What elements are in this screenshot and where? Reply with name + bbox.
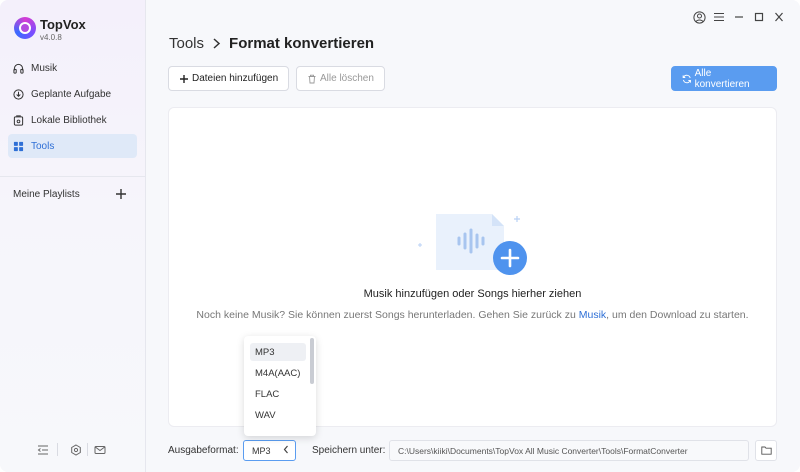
- download-icon: [13, 88, 24, 100]
- add-files-label: Dateien hinzufügen: [192, 73, 279, 84]
- trash-icon: [308, 74, 316, 83]
- menu-icon[interactable]: [710, 10, 728, 24]
- dropdown-scrollbar[interactable]: [310, 338, 314, 384]
- account-icon[interactable]: [690, 10, 708, 24]
- page-title: Format konvertieren: [229, 35, 375, 52]
- drop-zone-subtitle: Noch keine Musik? Sie können zuerst Song…: [169, 309, 776, 321]
- app-logo-dot: [21, 24, 29, 32]
- settings-icon[interactable]: [70, 444, 82, 456]
- app-name: TopVox: [40, 17, 86, 32]
- format-dropdown-menu: MP3 M4A(AAC) FLAC WAV: [244, 336, 316, 436]
- sidebar-divider: [0, 176, 146, 177]
- convert-all-button[interactable]: Alle konvertieren: [671, 66, 777, 91]
- save-path-field[interactable]: C:\Users\kiiki\Documents\TopVox All Musi…: [389, 440, 749, 461]
- drop-zone-subtitle-text: Noch keine Musik? Sie können zuerst Song…: [196, 309, 579, 321]
- bottom-divider: [57, 443, 58, 456]
- breadcrumb-parent[interactable]: Tools: [169, 35, 204, 52]
- headphones-icon: [13, 63, 24, 74]
- clear-all-label: Alle löschen: [320, 73, 374, 84]
- output-format-value: MP3: [252, 445, 271, 456]
- format-option-mp3[interactable]: MP3: [250, 343, 306, 361]
- sidebar-item-label: Geplante Aufgabe: [31, 88, 112, 100]
- close-icon[interactable]: [770, 10, 788, 24]
- output-format-select[interactable]: MP3: [243, 440, 296, 461]
- maximize-icon[interactable]: [750, 10, 768, 24]
- format-option-wav[interactable]: WAV: [250, 406, 306, 424]
- sidebar-item-lokale-bibliothek[interactable]: Lokale Bibliothek: [8, 108, 137, 132]
- add-playlist-icon[interactable]: [114, 187, 128, 201]
- sidebar-item-label: Musik: [31, 62, 58, 74]
- playlists-heading: Meine Playlists: [13, 189, 80, 200]
- convert-all-label: Alle konvertieren: [694, 67, 750, 90]
- breadcrumb: Tools Format konvertieren: [169, 35, 374, 52]
- format-option-m4a[interactable]: M4A(AAC): [250, 364, 306, 382]
- add-music-illustration-icon: [418, 214, 527, 275]
- drop-zone-title: Musik hinzufügen oder Songs hierher zieh…: [363, 288, 582, 300]
- sidebar: TopVox v4.0.8 Musik Geplante Aufgabe Lok…: [0, 0, 146, 472]
- chevron-right-icon: [212, 36, 221, 52]
- save-location-label: Speichern unter:: [312, 445, 386, 456]
- app-version: v4.0.8: [40, 33, 62, 42]
- output-settings-bar: Ausgabeformat: MP3 Speichern unter: C:\U…: [168, 440, 777, 462]
- refresh-icon: [682, 74, 691, 83]
- bottom-divider: [87, 443, 88, 456]
- music-link[interactable]: Musik: [579, 309, 606, 321]
- drop-zone-subtitle-text-end: , um den Download zu starten.: [606, 309, 749, 321]
- sidebar-item-label: Tools: [31, 140, 55, 152]
- browse-folder-button[interactable]: [755, 440, 777, 461]
- collapse-sidebar-icon[interactable]: [37, 444, 49, 456]
- output-format-label: Ausgabeformat:: [168, 445, 239, 456]
- window-controls: [688, 10, 788, 24]
- sidebar-item-geplante-aufgabe[interactable]: Geplante Aufgabe: [8, 82, 137, 106]
- sidebar-item-tools[interactable]: Tools: [8, 134, 137, 158]
- clear-all-button[interactable]: Alle löschen: [296, 66, 385, 91]
- sidebar-item-musik[interactable]: Musik: [8, 56, 137, 80]
- minimize-icon[interactable]: [730, 10, 748, 24]
- app-window: TopVox v4.0.8 Musik Geplante Aufgabe Lok…: [0, 0, 800, 472]
- library-icon: [13, 114, 24, 126]
- add-files-button[interactable]: Dateien hinzufügen: [168, 66, 290, 91]
- folder-icon: [760, 446, 772, 455]
- plus-icon: [180, 74, 188, 83]
- mail-icon[interactable]: [94, 444, 106, 456]
- format-option-flac[interactable]: FLAC: [250, 385, 306, 403]
- grid-icon: [13, 141, 24, 151]
- sidebar-item-label: Lokale Bibliothek: [31, 114, 107, 126]
- chevron-left-icon: [283, 445, 289, 457]
